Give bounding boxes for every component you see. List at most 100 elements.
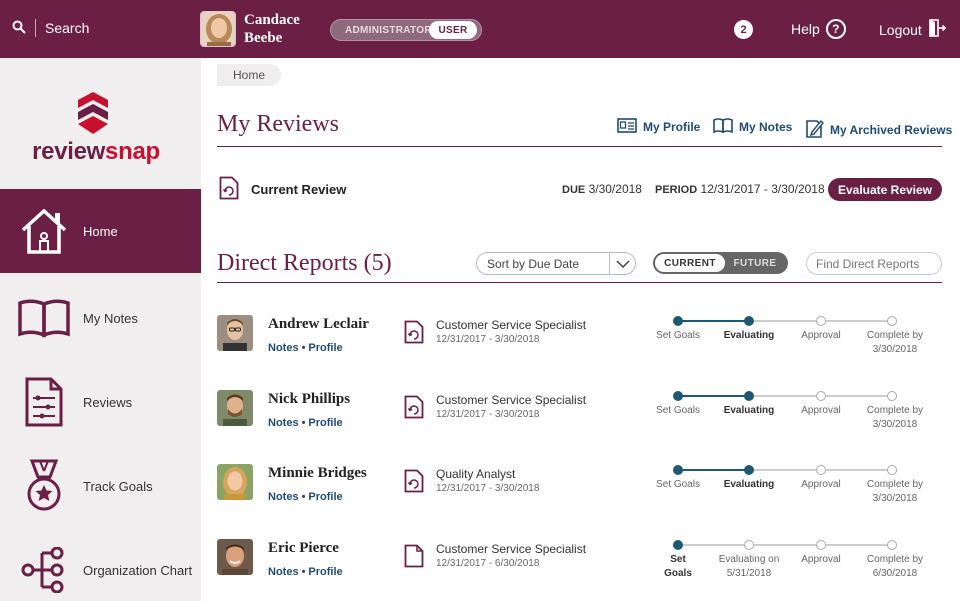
stage-date: 3/30/2018 — [872, 493, 918, 504]
org-chart-icon — [11, 542, 77, 598]
notes-link[interactable]: Notes — [268, 566, 299, 578]
stage-dot — [673, 316, 683, 326]
stage-dot — [673, 540, 683, 550]
stage-label: Complete by — [866, 330, 924, 341]
stage-dot — [744, 391, 754, 401]
report-name[interactable]: Andrew Leclair — [268, 316, 369, 333]
sidebar-item-label: My Notes — [83, 310, 138, 326]
direct-report-row: Andrew Leclair Notes • Profile Customer Se… — [217, 315, 942, 375]
tab-future[interactable]: FUTURE — [725, 258, 785, 269]
my-reviews-title: My Reviews — [217, 111, 339, 137]
stage-label: Evaluating — [723, 479, 775, 490]
sidebar-item-home[interactable]: Home — [0, 189, 201, 273]
stage-label: Set Goals — [656, 479, 700, 490]
stage-date: 3/30/2018 — [872, 419, 918, 430]
my-archived-reviews-link[interactable]: My Archived Reviews — [806, 118, 952, 141]
sidebar-item-label: Organization Chart — [83, 562, 193, 578]
help-button[interactable]: Help ? — [791, 19, 846, 39]
notes-link[interactable]: Notes — [268, 417, 299, 429]
user-last-name: Beebe — [244, 30, 283, 46]
logout-button[interactable]: Logout — [879, 19, 946, 40]
job-title: Customer Service Specialist — [436, 318, 587, 332]
sort-dropdown[interactable]: Sort by Due Date — [476, 252, 636, 275]
current-review-link[interactable]: Current Review — [219, 176, 346, 203]
current-future-toggle[interactable]: CURRENT FUTURE — [653, 252, 788, 274]
stage-dot — [816, 465, 826, 475]
current-review-label: Current Review — [251, 182, 347, 197]
my-profile-link[interactable]: My Profile — [617, 118, 700, 136]
stage-dot — [673, 391, 683, 401]
search-label: Search — [45, 20, 90, 36]
report-links: Notes • Profile — [268, 566, 343, 578]
search-button[interactable]: Search — [12, 19, 89, 37]
sidebar-item-label: Home — [83, 223, 118, 239]
stage-dot — [673, 465, 683, 475]
book-icon — [713, 118, 733, 136]
section-divider — [217, 146, 942, 147]
progress-tracker: Set Goals Evaluating Approval Complete b… — [656, 390, 923, 440]
my-profile-label: My Profile — [643, 120, 701, 134]
logo-mark-icon — [78, 92, 108, 134]
tab-current[interactable]: CURRENT — [655, 254, 725, 272]
checklist-document-icon — [11, 374, 77, 430]
question-icon: ? — [825, 19, 846, 39]
find-direct-reports-input[interactable]: Find Direct Reports — [806, 252, 942, 275]
user-avatar[interactable] — [200, 11, 236, 47]
breadcrumb-home[interactable]: Home — [217, 64, 282, 86]
reviewsnap-logo[interactable]: reviewsnap — [26, 92, 176, 172]
sidebar-item-track-goals[interactable]: Track Goals — [0, 444, 201, 528]
stage-label: Evaluating — [723, 405, 775, 416]
stage-label: Set Goals — [656, 330, 700, 341]
stage-dot — [887, 540, 897, 550]
stage-dot — [816, 540, 826, 550]
my-notes-link[interactable]: My Notes — [713, 118, 792, 136]
profile-link[interactable]: Profile — [308, 342, 342, 354]
house-icon — [11, 203, 77, 259]
report-links: Notes • Profile — [268, 342, 343, 354]
user-name[interactable]: Candace Beebe — [244, 11, 300, 47]
stage-label: Approval — [801, 405, 841, 416]
sidebar-item-organization-chart[interactable]: Organization Chart — [0, 528, 201, 601]
report-name[interactable]: Eric Pierce — [268, 540, 339, 557]
job-title: Quality Analyst — [436, 467, 516, 481]
profile-link[interactable]: Profile — [308, 491, 342, 503]
review-document-icon[interactable] — [404, 395, 424, 424]
review-document-icon — [219, 176, 239, 203]
direct-report-row: Nick Phillips Notes • Profile Customer Ser… — [217, 390, 942, 450]
my-notes-label: My Notes — [739, 120, 793, 134]
report-name[interactable]: Nick Phillips — [268, 391, 350, 408]
medal-icon — [11, 458, 77, 514]
chevron-down-icon — [609, 252, 635, 275]
role-toggle[interactable]: ADMINISTRATOR USER — [330, 19, 482, 41]
avatar[interactable] — [217, 464, 253, 500]
stage-dot — [887, 465, 897, 475]
evaluate-review-button[interactable]: Evaluate Review — [828, 178, 942, 201]
sort-value: Sort by Due Date — [487, 256, 580, 271]
role-user-option[interactable]: USER — [429, 21, 477, 39]
role-admin-option[interactable]: ADMINISTRATOR — [331, 25, 432, 36]
sidebar-item-label: Track Goals — [83, 478, 153, 494]
avatar[interactable] — [217, 315, 253, 351]
review-document-icon[interactable] — [404, 469, 424, 498]
stage-date: 5/31/2018 — [726, 568, 772, 579]
stage-date: 6/30/2018 — [872, 568, 918, 579]
avatar[interactable] — [217, 539, 253, 575]
notification-badge[interactable]: 2 — [734, 20, 753, 39]
review-document-icon[interactable] — [404, 320, 424, 349]
id-card-icon — [617, 118, 637, 136]
avatar[interactable] — [217, 390, 253, 426]
sidebar-item-reviews[interactable]: Reviews — [0, 360, 201, 444]
book-icon — [11, 290, 77, 346]
notes-link[interactable]: Notes — [268, 491, 299, 503]
notes-link[interactable]: Notes — [268, 342, 299, 354]
report-name[interactable]: Minnie Bridges — [268, 465, 367, 482]
stage-label: Complete by — [866, 405, 924, 416]
profile-link[interactable]: Profile — [308, 566, 342, 578]
sidebar-item-my-notes[interactable]: My Notes — [0, 276, 201, 360]
stage-label: Set Goals — [656, 405, 700, 416]
progress-tracker: Set Goals Evaluating Approval Complete b… — [656, 315, 923, 365]
review-period: PERIOD 12/31/2017 - 3/30/2018 — [655, 182, 825, 196]
stage-dot — [744, 316, 754, 326]
blank-document-icon[interactable] — [404, 544, 424, 573]
profile-link[interactable]: Profile — [308, 417, 342, 429]
